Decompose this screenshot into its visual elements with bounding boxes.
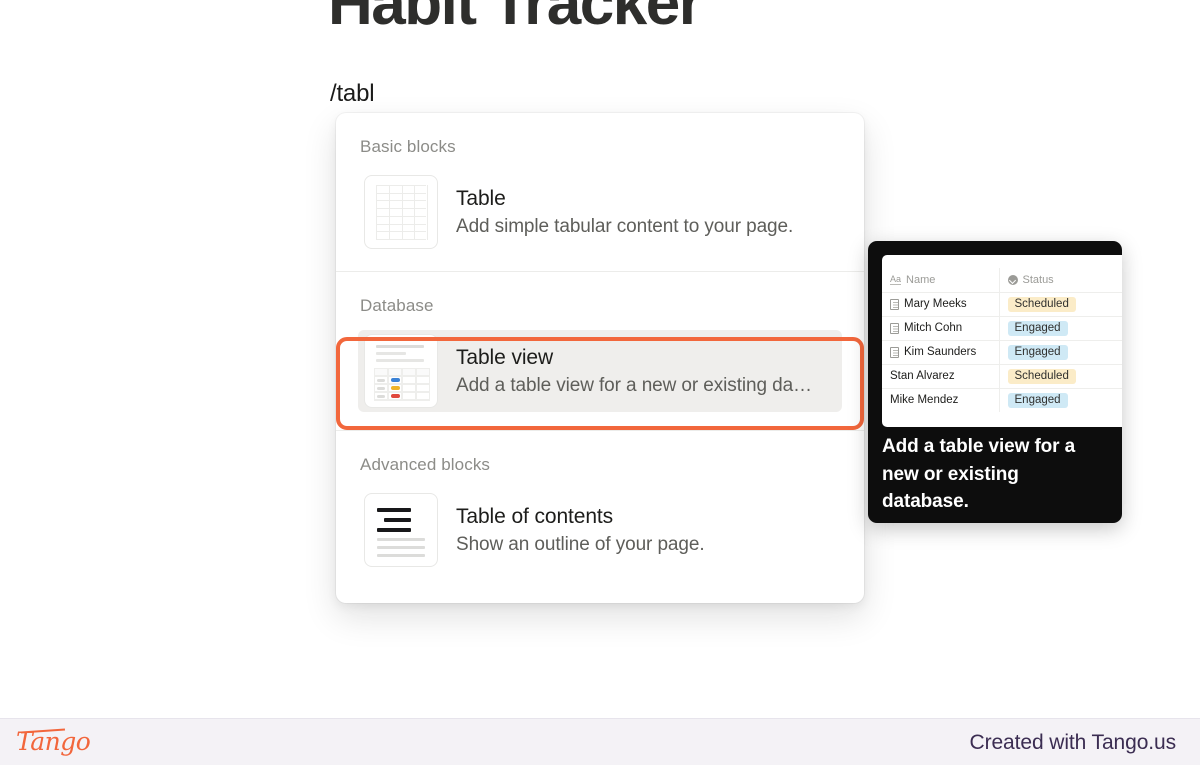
text-property-icon: Aa [890, 274, 902, 286]
menu-item-description: Add a table view for a new or existing d… [456, 374, 812, 396]
tooltip-description: Add a table view for a new or existing d… [882, 436, 1076, 513]
table-of-contents-icon [364, 493, 438, 567]
table-view-icon [364, 334, 438, 408]
row-name: Mike Mendez [890, 394, 959, 407]
status-badge: Scheduled [1007, 368, 1076, 384]
menu-section-label-advanced-blocks: Advanced blocks [360, 455, 491, 474]
row-name: Stan Alvarez [890, 370, 955, 382]
status-badge: Engaged [1007, 320, 1068, 336]
page-icon [890, 346, 899, 358]
status-badge: Engaged [1007, 392, 1068, 408]
preview-table-row: Kim Saunders Engaged [882, 340, 1122, 365]
menu-section-label-database: Database [360, 296, 434, 315]
table-preview: Aa Name Status Mary Meeks Scheduled Mitc… [882, 255, 1122, 427]
block-preview-tooltip: Aa Name Status Mary Meeks Scheduled Mitc… [868, 241, 1122, 523]
menu-item-title: Table of contents [456, 504, 614, 528]
screenshot-root: Habit Tracker /tabl Basic blocks Table A… [0, 0, 1200, 765]
table-grid-icon [364, 175, 438, 249]
page-title: Habit Tracker [328, 0, 703, 38]
tango-logo[interactable]: Tango [16, 727, 91, 756]
row-name: Mary Meeks [904, 298, 967, 310]
menu-item-table-view[interactable]: Table view Add a table view for a new or… [336, 326, 864, 430]
menu-item-table-of-contents[interactable]: Table of contents Show an outline of you… [336, 485, 864, 589]
row-name: Kim Saunders [904, 346, 977, 358]
menu-item-description: Show an outline of your page. [456, 533, 705, 555]
preview-table-row: Mitch Cohn Engaged [882, 316, 1122, 341]
menu-item-description: Add simple tabular content to your page. [456, 215, 794, 237]
preview-table: Aa Name Status Mary Meeks Scheduled Mitc… [882, 268, 1122, 412]
block-menu-panel: Basic blocks Table Add simple tabular co… [336, 113, 864, 603]
preview-column-status: Status [999, 268, 1122, 293]
menu-item-title: Table view [456, 345, 554, 369]
slash-command-text: /tabl [330, 80, 375, 107]
status-badge: Engaged [1007, 344, 1068, 360]
status-badge: Scheduled [1007, 296, 1076, 312]
preview-table-row: Stan Alvarez Scheduled [882, 364, 1122, 389]
page-icon [890, 298, 899, 310]
page-icon [890, 322, 899, 334]
preview-table-row: Mary Meeks Scheduled [882, 292, 1122, 317]
menu-section-label-basic-blocks: Basic blocks [360, 137, 456, 156]
preview-table-header-row: Aa Name Status [882, 268, 1122, 293]
row-name: Mitch Cohn [904, 322, 963, 334]
preview-column-name: Aa Name [882, 268, 1000, 293]
menu-item-table[interactable]: Table Add simple tabular content to your… [336, 167, 864, 271]
preview-table-row: Mike Mendez Engaged [882, 388, 1122, 412]
created-with-credit: Created with Tango.us [969, 731, 1177, 754]
footer-bar: Tango Created with Tango.us [0, 718, 1200, 765]
select-property-icon [1007, 274, 1018, 285]
menu-item-title: Table [456, 186, 506, 210]
